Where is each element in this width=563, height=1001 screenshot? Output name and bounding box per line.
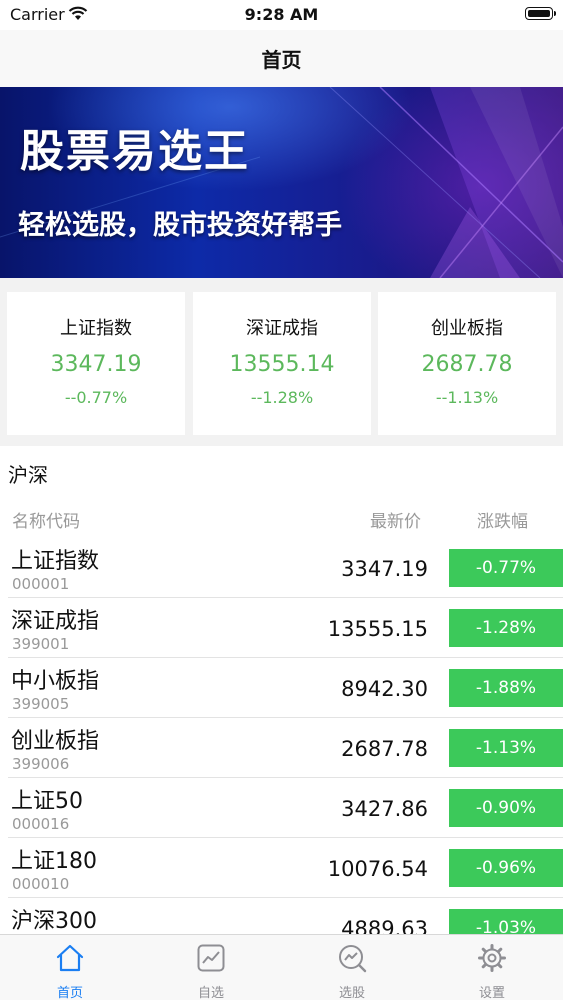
index-card-chinext[interactable]: 创业板指 2687.78 --1.13% (378, 292, 556, 435)
stock-price: 3427.86 (341, 797, 428, 821)
tab-label: 自选 (197, 986, 224, 1001)
search-trend-icon (339, 945, 367, 973)
table-row[interactable]: 中小板指 399005 8942.30 -1.88% (0, 658, 563, 718)
home-icon (56, 944, 84, 972)
stock-code: 399001 (12, 635, 70, 653)
index-value: 13555.14 (229, 352, 335, 377)
stock-name: 中小板指 (11, 669, 100, 694)
promo-banner[interactable]: 股票易选王 轻松选股，股市投资好帮手 (0, 87, 563, 278)
chart-icon (197, 944, 225, 972)
index-cards: 上证指数 3347.19 --0.77% 深证成指 13555.14 --1.2… (0, 278, 563, 446)
status-bar: Carrier 9:28 AM (0, 0, 563, 30)
index-name: 上证指数 (60, 318, 132, 339)
column-header-change: 涨跌幅 (477, 512, 528, 532)
index-card-shanghai[interactable]: 上证指数 3347.19 --0.77% (7, 292, 185, 435)
stock-name: 上证180 (11, 849, 97, 874)
stock-price: 8942.30 (341, 677, 428, 701)
change-badge[interactable]: -1.13% (449, 729, 563, 767)
stock-name: 上证50 (11, 789, 83, 814)
index-card-shenzhen[interactable]: 深证成指 13555.14 --1.28% (193, 292, 371, 435)
tab-settings[interactable]: 设置 (422, 935, 562, 1001)
table-row[interactable]: 深证成指 399001 13555.15 -1.28% (0, 598, 563, 658)
column-header-name-code: 名称代码 (12, 512, 80, 532)
change-badge[interactable]: -0.96% (449, 849, 563, 887)
stock-code: 000001 (12, 575, 70, 593)
table-row[interactable]: 上证180 000010 10076.54 -0.96% (0, 838, 563, 898)
index-change: --0.77% (64, 388, 128, 407)
table-row[interactable]: 创业板指 399006 2687.78 -1.13% (0, 718, 563, 778)
tab-home[interactable]: 首页 (0, 935, 140, 1001)
tab-stock-picker[interactable]: 选股 (282, 935, 422, 1001)
stock-code: 000010 (12, 875, 70, 893)
column-header-latest-price: 最新价 (370, 512, 421, 532)
tab-watchlist[interactable]: 自选 (141, 935, 281, 1001)
stock-price: 10076.54 (327, 857, 428, 881)
change-badge[interactable]: -1.88% (449, 669, 563, 707)
stock-name: 深证成指 (11, 609, 100, 634)
stock-code: 000016 (12, 815, 70, 833)
change-badge[interactable]: -1.28% (449, 609, 563, 647)
index-name: 创业板指 (431, 318, 503, 339)
index-change: --1.13% (435, 388, 499, 407)
stock-price: 2687.78 (341, 737, 428, 761)
stock-name: 上证指数 (11, 549, 100, 574)
tab-label: 首页 (56, 986, 83, 1001)
banner-title: 股票易选王 (20, 126, 250, 177)
index-name: 深证成指 (246, 318, 318, 339)
index-value: 3347.19 (50, 352, 142, 377)
stock-price: 3347.19 (341, 557, 428, 581)
stock-name: 沪深300 (11, 909, 97, 934)
navigation-bar: 首页 (0, 30, 563, 87)
page-title: 首页 (261, 48, 302, 72)
index-value: 2687.78 (421, 352, 513, 377)
banner-subtitle: 轻松选股，股市投资好帮手 (18, 210, 342, 241)
change-badge[interactable]: -0.77% (449, 549, 563, 587)
stock-code: 399005 (12, 695, 70, 713)
stock-price: 13555.15 (327, 617, 428, 641)
battery-icon (525, 7, 556, 20)
tab-bar: 首页 自选 选股 设置 (0, 934, 563, 1001)
stock-code: 399006 (12, 755, 70, 773)
table-row[interactable]: 上证指数 000001 3347.19 -0.77% (0, 538, 563, 598)
change-badge[interactable]: -0.90% (449, 789, 563, 827)
gear-icon (478, 944, 506, 972)
stock-name: 创业板指 (11, 729, 100, 754)
stock-list: 上证指数 000001 3347.19 -0.77% 深证成指 399001 1… (0, 538, 563, 958)
tab-label: 选股 (338, 986, 365, 1001)
clock: 9:28 AM (244, 5, 319, 24)
index-change: --1.28% (250, 388, 314, 407)
section-title: 沪深 (8, 463, 48, 487)
table-row[interactable]: 上证50 000016 3427.86 -0.90% (0, 778, 563, 838)
tab-label: 设置 (478, 986, 505, 1001)
